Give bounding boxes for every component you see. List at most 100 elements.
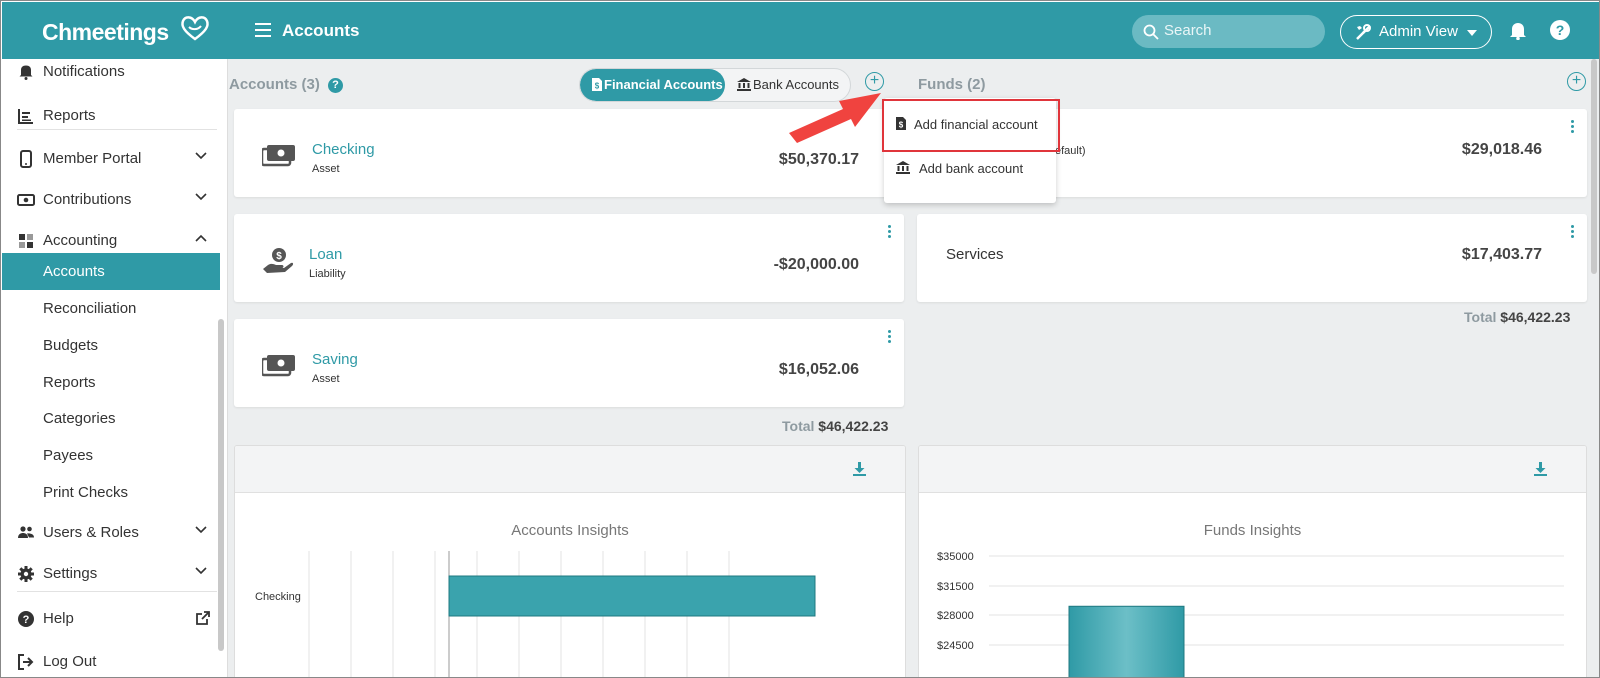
- sidebar-item-settings[interactable]: Settings: [2, 555, 220, 593]
- more-options-icon[interactable]: [888, 330, 892, 345]
- sidebar-item-label: Reports: [43, 374, 96, 391]
- logout-icon: [18, 654, 34, 670]
- divider: [17, 591, 217, 592]
- account-name-link[interactable]: Checking: [312, 141, 375, 158]
- account-name-link[interactable]: Loan: [309, 246, 342, 263]
- funds-insights-panel: Funds Insights $35000 $31500 $28000 $24500: [918, 445, 1587, 677]
- sidebar-item-label: Log Out: [43, 653, 97, 670]
- account-card-saving[interactable]: Saving Asset $16,052.06: [234, 319, 904, 407]
- more-options-icon[interactable]: [1571, 120, 1575, 135]
- sidebar-item-print-checks[interactable]: Print Checks: [2, 474, 220, 512]
- page-title: Accounts: [282, 21, 360, 40]
- svg-text:$: $: [276, 251, 282, 262]
- sidebar-item-notifications[interactable]: Notifications: [2, 53, 220, 91]
- y-tick-label: $35000: [937, 551, 974, 563]
- sidebar-item-label: Accounting: [43, 232, 118, 249]
- sidebar-item-help[interactable]: ? Help: [2, 600, 220, 638]
- more-options-icon[interactable]: [1571, 225, 1575, 240]
- money-bills-icon: [262, 145, 295, 167]
- tab-financial-accounts[interactable]: $ Financial Accounts: [580, 69, 725, 101]
- caret-down-icon: [1467, 30, 1477, 36]
- more-options-icon[interactable]: [888, 225, 892, 240]
- sidebar-item-payees[interactable]: Payees: [2, 437, 220, 475]
- search-input[interactable]: Search: [1132, 15, 1325, 48]
- app-window: Chmeetings Accounts Search Admin View ? …: [0, 0, 1600, 678]
- top-bar: Chmeetings Accounts Search Admin View ?: [2, 2, 1599, 59]
- divider: [17, 129, 217, 130]
- chevron-up-icon: [195, 234, 207, 242]
- sidebar-item-label: Users & Roles: [43, 524, 139, 541]
- logo-heart-icon: [181, 16, 209, 41]
- account-type: Asset: [312, 373, 340, 385]
- sidebar-item-accounts[interactable]: Accounts: [2, 253, 220, 290]
- search-icon: [1143, 24, 1159, 40]
- svg-text:?: ?: [23, 614, 30, 626]
- funds-count: (2): [967, 76, 986, 93]
- sidebar-item-users-roles[interactable]: Users & Roles: [2, 514, 220, 552]
- total-value: $46,422.23: [1500, 309, 1571, 325]
- logo[interactable]: Chmeetings: [42, 16, 209, 46]
- hand-dollar-icon: $: [263, 248, 294, 273]
- funds-heading: Funds (2): [918, 76, 986, 93]
- total-value: $46,422.23: [818, 418, 889, 434]
- bar-fund: [1068, 605, 1185, 677]
- chevron-down-icon: [195, 526, 207, 534]
- sidebar-item-label: Member Portal: [43, 150, 142, 167]
- main-scrollbar[interactable]: [1591, 59, 1597, 274]
- sidebar-item-member-portal[interactable]: Member Portal: [2, 140, 220, 178]
- sidebar-scrollbar[interactable]: [218, 319, 224, 651]
- help-icon[interactable]: ?: [1550, 20, 1570, 40]
- mobile-icon: [20, 150, 32, 168]
- download-icon[interactable]: [853, 462, 866, 476]
- fund-card-services[interactable]: Services $17,403.77: [917, 214, 1587, 302]
- account-type: Asset: [312, 163, 340, 175]
- tools-icon: [1356, 24, 1371, 40]
- accounts-heading: Accounts (3) ?: [229, 76, 344, 93]
- admin-view-dropdown[interactable]: Admin View: [1340, 15, 1492, 49]
- account-type: Liability: [309, 268, 346, 280]
- chevron-down-icon: [195, 193, 207, 201]
- help-icon: ?: [18, 611, 34, 627]
- funds-insights-chart: $35000 $31500 $28000 $24500: [937, 551, 1564, 677]
- add-fund-icon[interactable]: +: [1567, 72, 1586, 91]
- admin-view-label: Admin View: [1379, 23, 1458, 40]
- account-name-link[interactable]: Saving: [312, 351, 358, 368]
- y-tick-label: $28000: [937, 610, 974, 622]
- sidebar-item-label: Print Checks: [43, 484, 129, 501]
- search-placeholder: Search: [1164, 22, 1212, 39]
- sidebar-item-categories[interactable]: Categories: [2, 400, 220, 438]
- bar-checking: [448, 575, 816, 617]
- menu-item-add-bank-account[interactable]: Add bank account: [884, 148, 1056, 188]
- menu-toggle-icon[interactable]: [255, 23, 271, 37]
- sidebar-item-label: Reconciliation: [43, 300, 137, 317]
- bank-icon: [896, 161, 910, 174]
- sidebar-item-accounting-reports[interactable]: Reports: [2, 364, 220, 402]
- account-balance: $16,052.06: [778, 361, 859, 378]
- svg-text:$: $: [595, 82, 600, 91]
- bell-icon: [19, 65, 33, 80]
- sidebar-item-label: Categories: [43, 410, 116, 427]
- accounts-total: Total $46,422.23: [782, 418, 888, 434]
- external-link-icon: [196, 611, 210, 625]
- chevron-down-icon: [195, 567, 207, 575]
- users-icon: [18, 526, 34, 538]
- download-icon[interactable]: [1534, 462, 1547, 476]
- account-balance: $50,370.17: [778, 151, 859, 168]
- sidebar-item-reconciliation[interactable]: Reconciliation: [2, 290, 220, 328]
- money-bills-icon: [262, 355, 295, 377]
- sidebar-item-budgets[interactable]: Budgets: [2, 327, 220, 365]
- gear-icon: [18, 566, 34, 582]
- info-icon[interactable]: ?: [328, 78, 344, 93]
- total-label: Total: [1464, 309, 1497, 325]
- bank-icon: [737, 78, 751, 91]
- chart-title: Funds Insights: [1203, 522, 1302, 539]
- sidebar-item-contributions[interactable]: Contributions: [2, 181, 220, 219]
- sidebar-item-logout[interactable]: Log Out: [2, 643, 220, 677]
- account-card-loan[interactable]: $ Loan Liability -$20,000.00: [234, 214, 904, 302]
- sidebar-item-label: Payees: [43, 447, 94, 464]
- notifications-bell-icon[interactable]: [1509, 21, 1527, 40]
- total-label: Total: [782, 418, 815, 434]
- panel-header: [919, 446, 1586, 493]
- funds-title: Funds: [918, 76, 963, 93]
- sidebar-item-label: Budgets: [43, 337, 99, 354]
